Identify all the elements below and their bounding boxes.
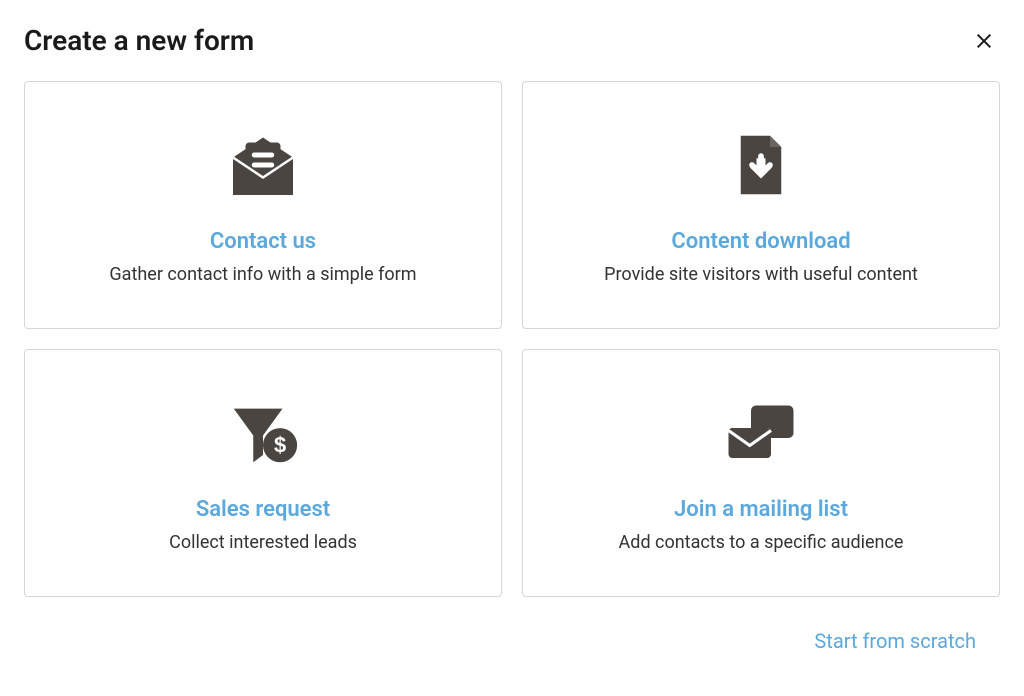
card-description: Add contacts to a specific audience [619,532,904,553]
start-from-scratch-link[interactable]: Start from scratch [814,629,976,653]
modal-header: Create a new form [24,24,1000,57]
page-title: Create a new form [24,24,254,57]
card-description: Provide site visitors with useful conten… [604,264,918,285]
card-join-mailing-list[interactable]: Join a mailing list Add contacts to a sp… [522,349,1000,597]
card-description: Gather contact info with a simple form [109,264,416,285]
card-title: Content download [671,229,850,254]
card-contact-us[interactable]: Contact us Gather contact info with a si… [24,81,502,329]
card-title: Contact us [210,229,316,254]
svg-text:$: $ [274,433,286,458]
close-icon [972,29,996,53]
card-description: Collect interested leads [169,532,357,553]
template-grid: Contact us Gather contact info with a si… [24,81,1000,597]
mail-stack-icon [721,393,801,473]
card-title: Join a mailing list [674,497,848,522]
card-content-download[interactable]: Content download Provide site visitors w… [522,81,1000,329]
card-sales-request[interactable]: $ Sales request Collect interested leads [24,349,502,597]
file-download-icon [721,125,801,205]
envelope-open-icon [223,125,303,205]
card-title: Sales request [196,497,330,522]
modal-footer: Start from scratch [24,621,1000,653]
close-button[interactable] [968,25,1000,57]
funnel-dollar-icon: $ [223,393,303,473]
